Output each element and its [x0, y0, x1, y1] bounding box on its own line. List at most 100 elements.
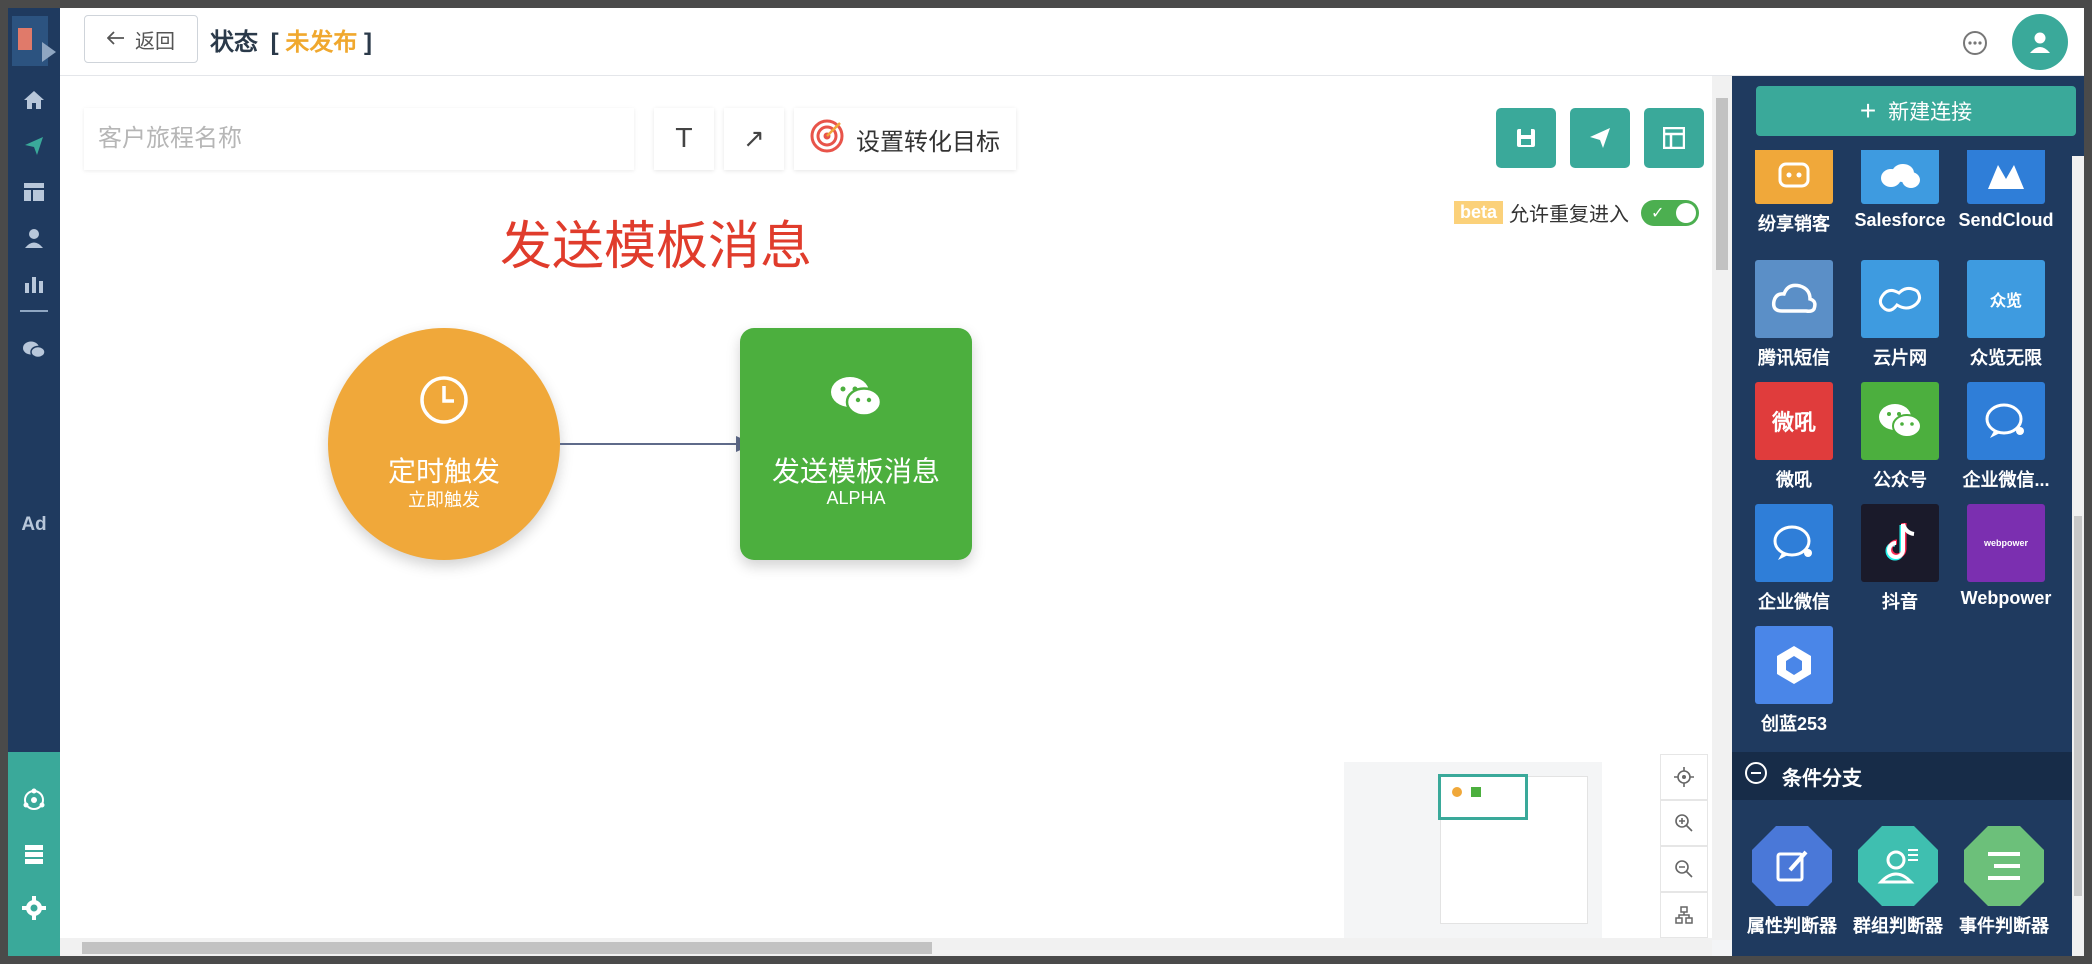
top-header: 返回 状态 [ 未发布 ] — [60, 8, 2084, 76]
sendcloud-icon — [1967, 150, 2045, 204]
toggle-knob — [1676, 202, 1697, 223]
sidebar-divider — [20, 310, 48, 312]
app-wecom-2[interactable]: 企业微信... — [1956, 382, 2056, 492]
zoom-out-button[interactable] — [1660, 846, 1708, 892]
trigger-node-title: 定时触发 — [387, 456, 500, 487]
sidebar-bottom-group — [8, 752, 60, 956]
group-judge-item[interactable]: 群组判断器 — [1848, 826, 1948, 938]
repeat-entry-toggle[interactable]: ✓ — [1641, 199, 1700, 226]
crosshair-icon — [1674, 767, 1694, 787]
panel-scrollbar[interactable] — [2072, 156, 2084, 956]
judge-label: 事件判断器 — [1959, 916, 2049, 936]
back-button[interactable]: 返回 — [84, 15, 198, 63]
arrow-left-icon — [106, 28, 125, 51]
server-icon[interactable] — [22, 842, 46, 866]
layout-icon[interactable] — [22, 180, 46, 204]
bar-chart-icon[interactable] — [22, 272, 46, 296]
app-official-account[interactable]: 公众号 — [1850, 382, 1950, 492]
publish-button[interactable] — [1570, 108, 1630, 168]
status-label: 状态 — [210, 29, 258, 56]
component-panel: + 新建连接 纷享销客 Salesforce SendCloud 腾讯短信 云片… — [1732, 76, 2084, 956]
zhonglan-logo-text: 众览 — [1989, 293, 2022, 310]
app-wecom[interactable]: 企业微信 — [1744, 504, 1844, 614]
app-chuanglan[interactable]: 创蓝253 — [1744, 626, 1844, 736]
app-yunpian[interactable]: 云片网 — [1850, 260, 1950, 370]
collapse-minus-icon[interactable] — [1744, 761, 1768, 791]
judge-label: 属性判断器 — [1747, 916, 1837, 936]
section-label: 条件分支 — [1782, 767, 1862, 790]
plus-icon: + — [1859, 95, 1877, 126]
journey-name-input[interactable] — [84, 108, 634, 170]
group-user-icon — [1858, 826, 1938, 906]
app-tencent-sms[interactable]: 腾讯短信 — [1744, 260, 1844, 370]
set-goal-button[interactable]: 设置转化目标 — [794, 108, 1016, 170]
app-label: 企业微信... — [1962, 470, 2050, 490]
app-salesforce[interactable]: Salesforce — [1850, 150, 1950, 231]
judge-label: 群组判断器 — [1853, 916, 1943, 936]
minimap-viewport[interactable] — [1438, 774, 1528, 820]
journey-canvas[interactable]: T ↗ 设置转化目标 beta 允许重复进入 ✓ 发送模板 — [60, 76, 1712, 940]
scroll-thumb[interactable] — [82, 942, 932, 954]
scroll-thumb[interactable] — [1716, 98, 1728, 270]
app-zhonglan[interactable]: 众览 众览无限 — [1956, 260, 2056, 370]
save-icon — [1517, 129, 1535, 147]
app-label: Salesforce — [1854, 210, 1946, 230]
message-icon[interactable] — [1960, 28, 1990, 58]
attribute-judge-item[interactable]: 属性判断器 — [1742, 826, 1842, 938]
layout-button[interactable] — [1644, 108, 1704, 168]
node-connector[interactable] — [560, 443, 738, 445]
zoom-in-button[interactable] — [1660, 800, 1708, 846]
canvas-vertical-scrollbar[interactable] — [1712, 76, 1732, 940]
wecom-icon — [1967, 382, 2045, 460]
clock-icon — [418, 374, 470, 431]
send-icon[interactable] — [22, 134, 46, 158]
auto-layout-button[interactable] — [1660, 892, 1708, 938]
scroll-thumb[interactable] — [2074, 516, 2082, 896]
save-button[interactable] — [1496, 108, 1556, 168]
wecom-icon — [1755, 504, 1833, 582]
journey-title: 发送模板消息 — [500, 218, 813, 276]
vhall-icon: 微吼 — [1755, 382, 1833, 460]
set-goal-label: 设置转化目标 — [856, 128, 1000, 156]
locate-button[interactable] — [1660, 754, 1708, 800]
logo-icon[interactable] — [12, 12, 56, 74]
send-node-subtitle: ALPHA — [826, 488, 886, 508]
app-frame: Ad 返回 状态 [ 未发布 ] 客户旅程名称 T ↗ 设置转化目标 beta … — [8, 8, 2084, 956]
app-label: 腾讯短信 — [1758, 348, 1830, 368]
app-webpower[interactable]: webpower Webpower — [1956, 504, 2056, 609]
yunpian-icon — [1861, 260, 1939, 338]
wechat-icon — [1861, 382, 1939, 460]
condition-branch-section[interactable]: 条件分支 — [1732, 752, 2072, 800]
wechat-nav-icon[interactable] — [22, 338, 46, 362]
arrow-tool-button[interactable]: ↗ — [724, 108, 784, 170]
network-icon[interactable] — [22, 788, 46, 812]
sitemap-icon — [1675, 906, 1693, 924]
salesforce-icon — [1861, 150, 1939, 204]
ad-nav-item[interactable]: Ad — [16, 514, 52, 536]
app-sendcloud[interactable]: SendCloud — [1956, 150, 2056, 231]
edit-icon — [1752, 826, 1832, 906]
text-tool-button[interactable]: T — [654, 108, 714, 170]
app-label: 企业微信 — [1758, 592, 1830, 612]
home-icon[interactable] — [22, 88, 46, 112]
chuanglan-icon — [1755, 626, 1833, 704]
arrow-tool-icon: ↗ — [743, 124, 765, 154]
status-indicator: 状态 [ 未发布 ] — [210, 29, 373, 56]
zoom-out-icon — [1675, 860, 1693, 878]
webpower-logo-text: webpower — [1983, 538, 2028, 548]
timer-trigger-node[interactable]: 定时触发 立即触发 — [328, 328, 560, 560]
canvas-horizontal-scrollbar[interactable] — [60, 938, 1712, 956]
new-connection-button[interactable]: + 新建连接 — [1756, 86, 2076, 136]
app-vhall[interactable]: 微吼 微吼 — [1744, 382, 1844, 492]
app-label: 众览无限 — [1970, 348, 2042, 368]
left-sidebar: Ad — [8, 8, 60, 956]
app-douyin[interactable]: 抖音 — [1850, 504, 1950, 614]
avatar[interactable] — [2012, 14, 2068, 70]
settings-gear-icon[interactable] — [22, 896, 46, 920]
app-fxiaoke[interactable]: 纷享销客 — [1744, 150, 1844, 236]
user-icon[interactable] — [22, 226, 46, 250]
send-template-node[interactable]: 发送模板消息 ALPHA — [740, 328, 972, 560]
target-icon — [810, 119, 844, 160]
minimap[interactable] — [1344, 762, 1602, 940]
event-judge-item[interactable]: 事件判断器 — [1954, 826, 2054, 938]
